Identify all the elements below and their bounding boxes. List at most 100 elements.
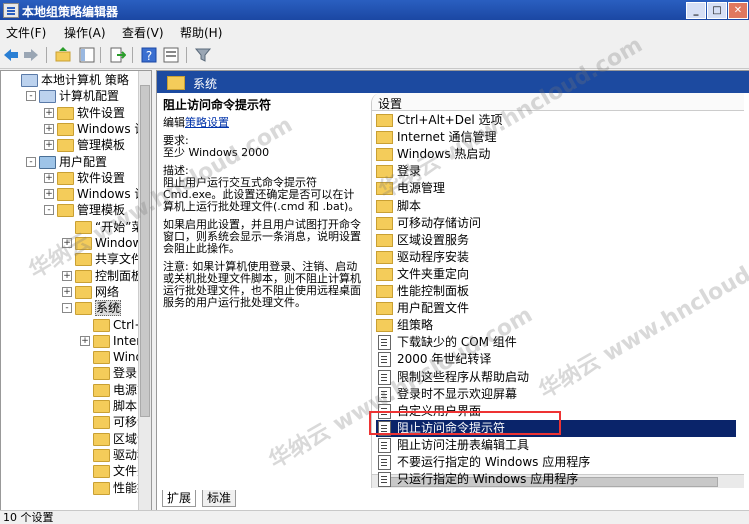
tree-item-label: 本地计算机 策略 [41, 73, 129, 87]
tab-standard[interactable]: 标准 [202, 490, 237, 507]
expand-icon[interactable]: + [44, 140, 54, 151]
tab-extended[interactable]: 扩展 [162, 490, 197, 507]
expand-icon[interactable]: + [44, 189, 54, 200]
list-item-folder[interactable]: 性能控制面板 [376, 283, 736, 300]
tree-item[interactable]: - 系统 [62, 300, 122, 317]
expand-icon[interactable]: + [44, 172, 54, 183]
tree-scroll-thumb[interactable] [140, 85, 150, 417]
edit-policy-link[interactable]: 策略设置 [185, 116, 229, 129]
expand-icon[interactable]: + [44, 107, 54, 118]
properties-icon[interactable] [162, 46, 180, 64]
folder-icon [57, 106, 74, 120]
list-item-label: 脚本 [397, 198, 422, 213]
list-item-setting[interactable]: 2000 年世纪转译 [376, 351, 736, 368]
list-item-folder[interactable]: 区域设置服务 [376, 232, 736, 249]
list-item-setting[interactable]: 登录时不显示欢迎屏幕 [376, 386, 736, 403]
menu-view[interactable]: 查看(V) [122, 24, 164, 41]
expand-icon[interactable]: + [62, 238, 72, 248]
folder-icon [376, 319, 393, 333]
list-item-folder[interactable]: Internet 通信管理 [376, 129, 736, 146]
folder-icon [376, 216, 393, 230]
folder-icon [57, 139, 74, 153]
list-item-folder[interactable]: 电源管理 [376, 180, 736, 197]
list-item-setting[interactable]: 阻止访问注册表编辑工具 [376, 437, 736, 454]
show-hide-tree-icon[interactable] [78, 46, 96, 64]
expand-icon[interactable]: + [62, 286, 72, 297]
folder-icon [376, 285, 393, 298]
tree-item[interactable]: + 软件设置 [44, 105, 125, 121]
policy-setting-icon [378, 472, 391, 488]
title-bar: 本地组策略编辑器 _ □ ✕ [0, 0, 749, 20]
menu-file[interactable]: 文件(F) [6, 24, 46, 41]
collapse-icon[interactable]: - [62, 303, 72, 314]
folder-icon [376, 267, 393, 281]
filter-icon[interactable] [194, 46, 212, 64]
list-item-label: Internet 通信管理 [397, 130, 497, 145]
close-button[interactable]: ✕ [728, 2, 748, 19]
list-item-folder[interactable]: Windows 热启动 [376, 146, 736, 163]
tree-item[interactable]: + 管理模板 [44, 137, 125, 153]
collapse-icon[interactable]: - [44, 205, 54, 216]
tree-vertical-scrollbar[interactable] [138, 71, 151, 511]
tree-item[interactable]: 本地计算机 策略 [21, 72, 129, 88]
help-icon[interactable]: ? [140, 46, 158, 64]
menu-help[interactable]: 帮助(H) [180, 24, 222, 41]
forward-icon[interactable] [22, 46, 40, 64]
tree-item[interactable]: - 用户配置 [26, 154, 107, 170]
list-item-folder[interactable]: 文件夹重定向 [376, 266, 736, 283]
list-vertical-scrollbar[interactable] [743, 93, 749, 488]
folder-icon [93, 465, 110, 479]
tree-item[interactable]: + 软件设置 [44, 170, 125, 186]
list-item-setting[interactable]: 限制这些程序从帮助启动 [376, 369, 736, 386]
list-item-label: 用户配置文件 [397, 301, 470, 316]
toolbar-separator [46, 47, 47, 63]
collapse-icon[interactable]: - [26, 156, 36, 167]
maximize-button[interactable]: □ [707, 2, 727, 19]
list-item-folder[interactable]: 脚本 [376, 198, 736, 215]
list-item-folder[interactable]: 驱动程序安装 [376, 249, 736, 266]
window-title: 本地组策略编辑器 [22, 5, 119, 19]
description-body: 阻止用户运行交互式命令提示符 Cmd.exe。此设置还确定是否可以在计算机上运行… [163, 176, 360, 213]
list-item-setting[interactable]: 不要运行指定的 Windows 应用程序 [376, 454, 736, 471]
folder-icon [376, 233, 393, 247]
tree-item[interactable]: - 管理模板 [44, 202, 125, 218]
tree-pane[interactable]: 性能控文件夹驱动程区域设可移动脚本电源管登录Window+InternCtrl+… [0, 70, 152, 512]
list-item-setting[interactable]: 只运行指定的 Windows 应用程序 [376, 471, 736, 488]
expand-icon[interactable]: + [44, 123, 54, 134]
list-item-label: 区域设置服务 [397, 232, 470, 247]
toolbar-separator [132, 47, 133, 63]
list-item-folder[interactable]: 用户配置文件 [376, 300, 736, 317]
description-block: 描述: 阻止用户运行交互式命令提示符 Cmd.exe。此设置还确定是否可以在计算机… [163, 165, 363, 213]
folder-icon [57, 188, 74, 202]
list-item-folder[interactable]: Ctrl+Alt+Del 选项 [376, 112, 736, 129]
expand-icon[interactable]: + [80, 335, 90, 346]
collapse-icon[interactable]: - [26, 91, 36, 102]
back-icon[interactable] [2, 46, 20, 64]
expand-icon[interactable]: + [62, 270, 72, 281]
tree-item[interactable]: - 计算机配置 [26, 88, 119, 104]
folder-icon [57, 122, 74, 136]
up-folder-icon[interactable] [54, 46, 72, 64]
status-bar: 10 个设置 [0, 510, 749, 524]
tree-item[interactable]: 脚本 [93, 398, 137, 414]
export-list-icon[interactable] [108, 46, 126, 64]
tree-item[interactable]: “开始”菜 [75, 219, 143, 235]
minimize-button[interactable]: _ [686, 2, 706, 19]
tree-item[interactable]: + 网络 [62, 284, 119, 300]
list-item-label: 限制这些程序从帮助启动 [397, 369, 530, 384]
folder-icon [376, 302, 393, 316]
tree-item[interactable]: 登录 [93, 365, 137, 381]
list-item-label: 组策略 [397, 318, 434, 333]
folder-icon [376, 131, 393, 145]
folder-icon [93, 416, 110, 430]
column-header-setting[interactable]: 设置 [372, 93, 744, 111]
app-icon [3, 3, 19, 18]
list-item-folder[interactable]: 可移动存储访问 [376, 215, 736, 232]
policy-setting-icon [378, 352, 391, 368]
list-item-setting[interactable]: 下载缺少的 COM 组件 [376, 334, 736, 351]
tree-item[interactable]: + 控制面板 [62, 268, 143, 284]
list-item-folder[interactable]: 登录 [376, 163, 736, 180]
menu-action[interactable]: 操作(A) [64, 24, 106, 41]
policy-description: 阻止访问命令提示符 编辑策略设置 要求: 至少 Windows 2000 描述: 阻… [163, 99, 363, 315]
list-item-folder[interactable]: 组策略 [376, 317, 736, 334]
